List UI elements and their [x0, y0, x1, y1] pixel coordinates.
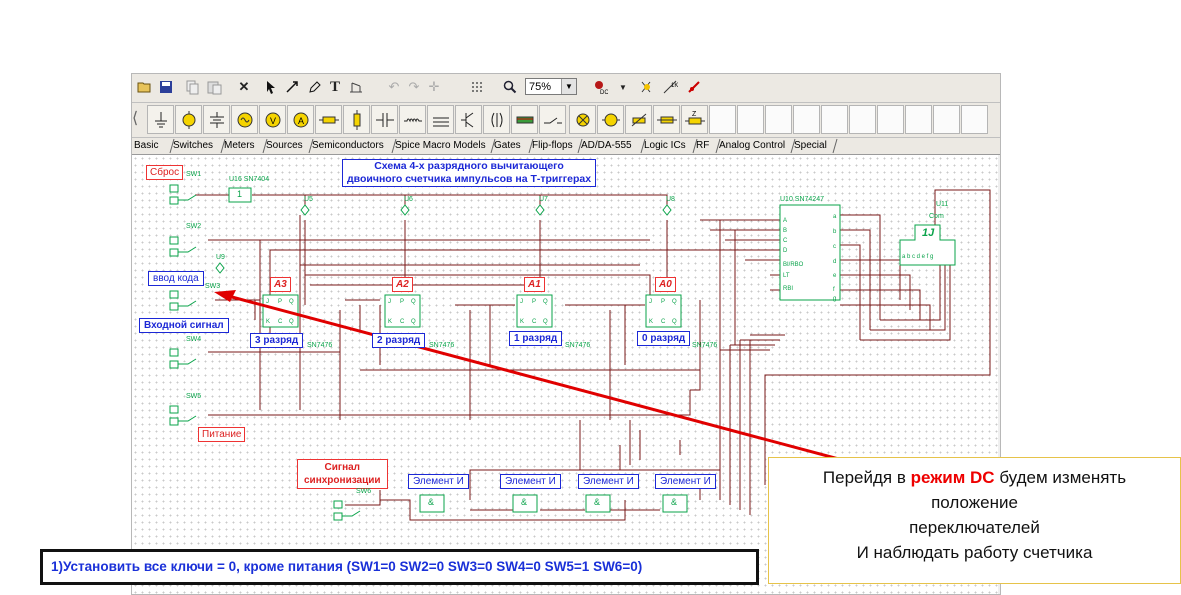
display-label: U11 — [936, 201, 949, 208]
display-com-label: Com — [929, 213, 944, 220]
svg-text:P: P — [400, 299, 404, 305]
ff-a0-part: SN7476 — [692, 342, 718, 349]
svg-text:D: D — [783, 248, 788, 254]
probe-group — [215, 204, 672, 274]
inverter-value: 1 — [237, 189, 243, 199]
ff-a2-digit-label: 2 разряд — [372, 333, 426, 348]
switch-label-sw3: SW3 — [205, 283, 221, 290]
ff-a1-part: SN7476 — [565, 342, 591, 349]
svg-text:A: A — [783, 218, 787, 224]
instruction-banner: 1)Установить все ключи = 0, кроме питани… — [40, 549, 759, 585]
svg-text:K: K — [266, 319, 270, 325]
sync-label-line2: синхронизации — [304, 475, 381, 486]
svg-text:Q: Q — [672, 299, 677, 305]
svg-text:J: J — [388, 299, 391, 305]
svg-text:C: C — [661, 319, 666, 325]
ff-a2-part: SN7476 — [429, 342, 455, 349]
note-line2: положение — [931, 493, 1018, 512]
svg-text:J: J — [266, 299, 269, 305]
svg-text:J: J — [649, 299, 652, 305]
ff-a0-digit-label: 0 разряд — [637, 331, 691, 346]
input-signal-label: Входной сигнал — [139, 318, 229, 333]
and-gate-symbol-3: & — [594, 497, 601, 507]
and-gate-label-1: Элемент И — [408, 474, 469, 489]
svg-text:g: g — [833, 296, 836, 302]
ff-a3-digit-label: 3 разряд — [250, 333, 304, 348]
svg-text:Q: Q — [543, 319, 548, 325]
svg-text:Q: Q — [289, 319, 294, 325]
and-gate-label-2: Элемент И — [500, 474, 561, 489]
svg-text:Q: Q — [411, 299, 416, 305]
ff-a3-tag: A3 — [270, 277, 291, 292]
and-gate-symbol-1: & — [428, 497, 435, 507]
svg-text:K: K — [649, 319, 653, 325]
svg-text:C: C — [400, 319, 405, 325]
svg-text:C: C — [532, 319, 537, 325]
svg-text:J: J — [520, 299, 523, 305]
note-line1-suffix: будем изменять — [994, 468, 1127, 487]
svg-text:c: c — [833, 244, 836, 250]
and-gate-bodies — [419, 494, 688, 513]
probe-u9-label: U9 — [216, 254, 225, 261]
schematic-title-line1: Схема 4-х разрядного вычитающего — [374, 160, 564, 172]
ff-a0-tag: A0 — [655, 277, 676, 292]
schematic-title: Схема 4-х разрядного вычитающего двоично… — [342, 159, 597, 187]
probe-u7-label: U7 — [539, 196, 548, 203]
svg-text:K: K — [388, 319, 392, 325]
and-gate-label-4: Элемент И — [655, 474, 716, 489]
probe-u8-label: U8 — [666, 196, 675, 203]
schematic-title-line2: двоичного счетчика импульсов на Т-тригге… — [347, 173, 592, 185]
svg-text:RBI: RBI — [783, 286, 793, 292]
svg-text:LT: LT — [783, 273, 790, 279]
svg-text:C: C — [278, 319, 283, 325]
sync-label-line1: Сигнал — [324, 462, 361, 473]
explanation-note: Перейдя в режим DC будем изменять положе… — [768, 457, 1181, 584]
note-line4: И наблюдать работу счетчика — [856, 543, 1093, 562]
svg-text:Q: Q — [411, 319, 416, 325]
code-input-label: ввод кода — [148, 271, 204, 286]
switch-label-sw1: SW1 — [186, 171, 202, 178]
switch-label-sw5: SW5 — [186, 393, 202, 400]
note-line1: Перейдя в режим DC будем изменять — [769, 465, 1180, 490]
svg-text:d: d — [833, 259, 836, 265]
svg-text:Q: Q — [543, 299, 548, 305]
and-gate-symbol-4: & — [671, 497, 678, 507]
display-digit: 1J — [922, 227, 935, 239]
note-dc-mode: режим DC — [910, 468, 995, 487]
note-line1-prefix: Перейдя в — [822, 468, 911, 487]
svg-text:P: P — [661, 299, 665, 305]
ff-a2-tag: A2 — [392, 277, 413, 292]
svg-text:BI/RBO: BI/RBO — [783, 262, 804, 268]
ff-a1-digit-label: 1 разряд — [509, 331, 563, 346]
svg-text:P: P — [278, 299, 282, 305]
inverter-label: U16 SN7404 — [229, 176, 270, 183]
ff-a3-part: SN7476 — [307, 342, 333, 349]
switch-label-sw2: SW2 — [186, 223, 202, 230]
svg-text:Q: Q — [289, 299, 294, 305]
svg-text:Q: Q — [672, 319, 677, 325]
svg-text:C: C — [783, 238, 788, 244]
switch-label-sw4: SW4 — [186, 336, 202, 343]
note-line3: переключателей — [909, 518, 1040, 537]
svg-text:P: P — [532, 299, 536, 305]
and-gate-label-3: Элемент И — [578, 474, 639, 489]
power-label: Питание — [198, 427, 246, 442]
and-gate-symbol-2: & — [521, 497, 528, 507]
sync-signal-label: Сигнал синхронизации — [297, 459, 388, 489]
reset-label: Сброс — [146, 165, 184, 180]
ff-a1-tag: A1 — [524, 277, 545, 292]
decoder-label: U10 SN74247 — [780, 196, 824, 203]
display-pins: a b c d e f g — [902, 254, 934, 260]
svg-text:K: K — [520, 319, 524, 325]
probe-u6-label: U6 — [404, 196, 413, 203]
probe-u5-label: U5 — [304, 196, 313, 203]
switch-label-sw6: SW6 — [356, 488, 372, 495]
svg-text:B: B — [783, 228, 787, 234]
